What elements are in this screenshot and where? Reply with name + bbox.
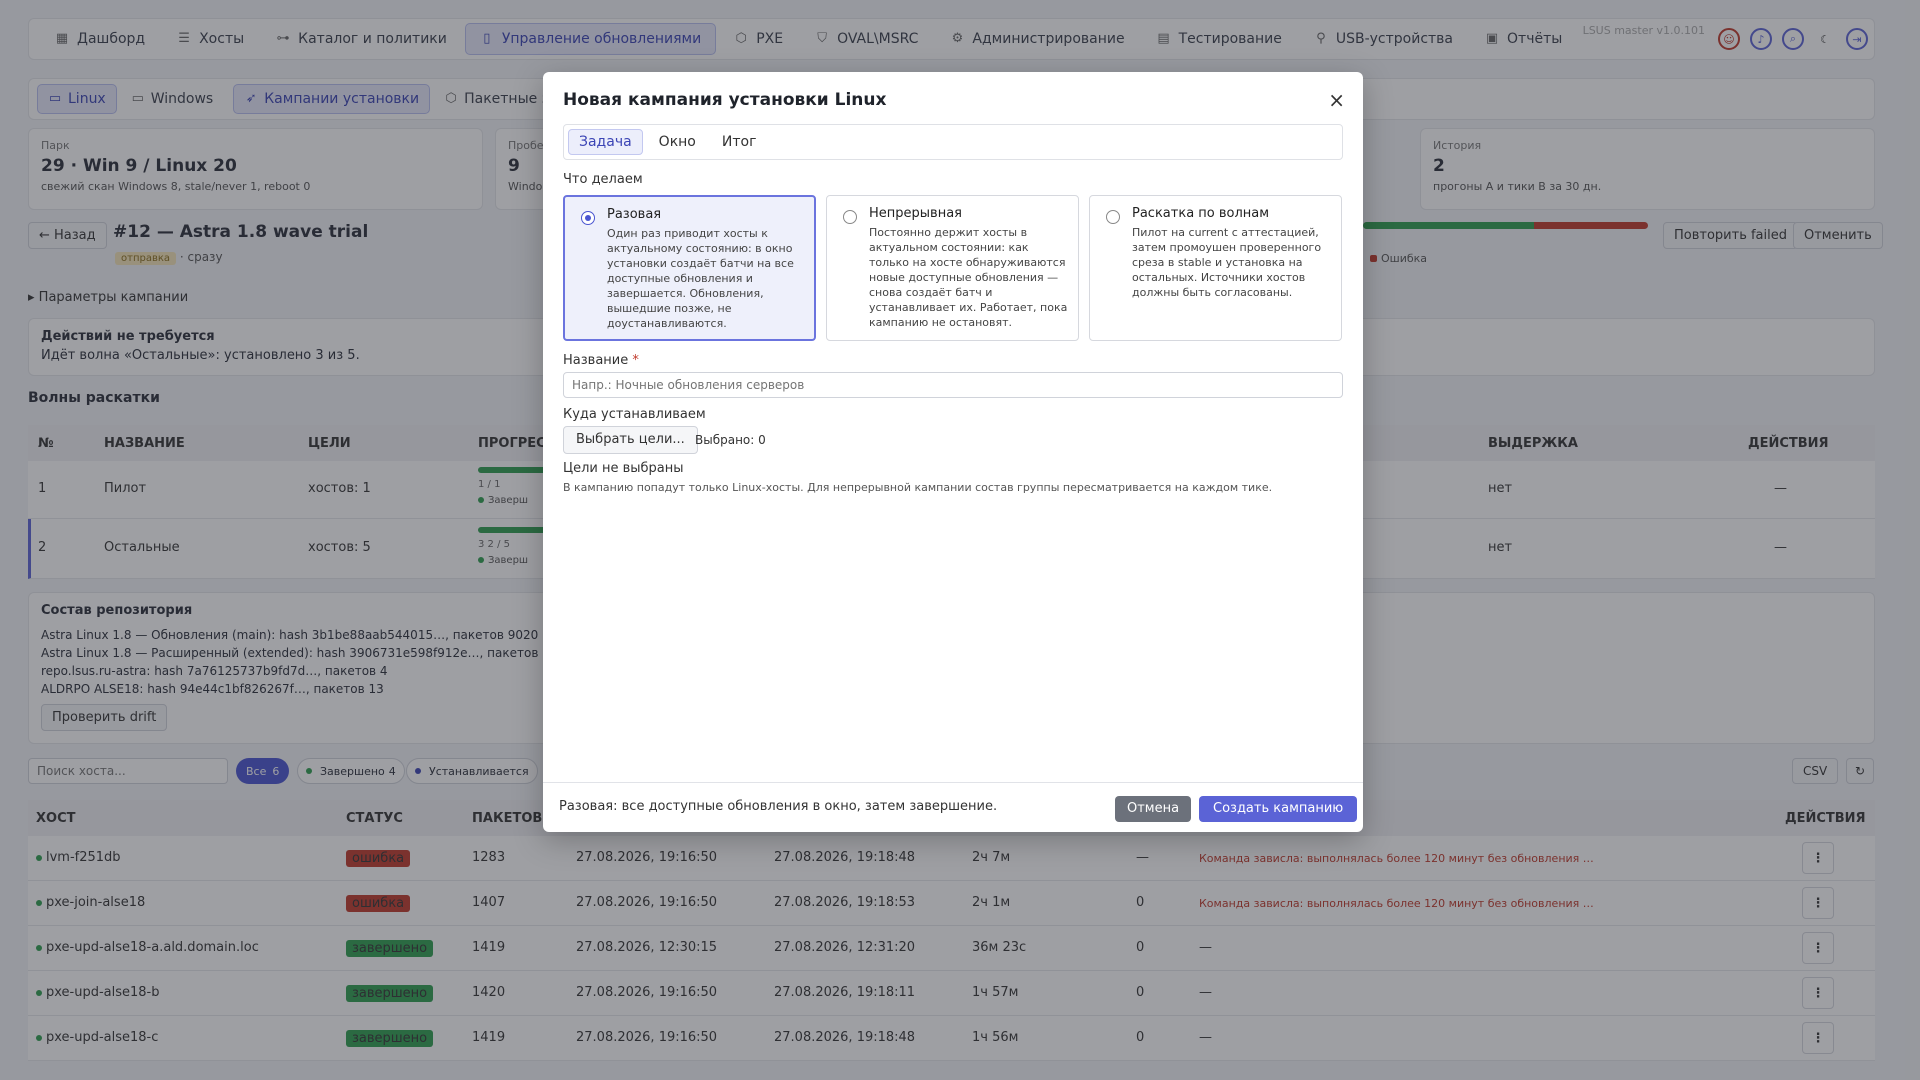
targets-label: Куда устанавливаем (563, 407, 706, 422)
modal-footer: Разовая: все доступные обновления в окно… (543, 782, 1363, 832)
no-targets-text: Цели не выбраны (563, 461, 684, 476)
summary-text: Разовая: все доступные обновления в окно… (559, 799, 998, 814)
modal-title: Новая кампания установки Linux (563, 90, 887, 110)
name-label-text: Название (563, 353, 629, 368)
option-continuous[interactable]: Непрерывная Постоянно держит хосты в акт… (826, 195, 1079, 341)
option-desc: Один раз приводит хосты к актуальному со… (607, 227, 794, 330)
selected-count: Выбрано: 0 (695, 433, 766, 447)
option-desc: Постоянно держит хосты в актуальном сост… (869, 226, 1068, 329)
create-campaign-button[interactable]: Создать кампанию (1199, 796, 1358, 822)
option-title: Разовая (607, 207, 662, 222)
targets-hint: В кампанию попадут только Linux-хосты. Д… (563, 481, 1273, 494)
section-label: Что делаем (563, 172, 643, 187)
new-campaign-modal: Новая кампания установки Linux × Задача … (543, 72, 1363, 832)
radio-icon[interactable] (843, 210, 857, 224)
tab-window[interactable]: Окно (649, 130, 706, 154)
choose-targets-button[interactable]: Выбрать цели... (563, 426, 698, 454)
required-marker: * (632, 353, 639, 368)
radio-icon[interactable] (581, 211, 595, 225)
option-title: Раскатка по волнам (1132, 206, 1270, 221)
radio-icon[interactable] (1106, 210, 1120, 224)
close-icon[interactable]: × (1328, 88, 1345, 112)
option-title: Непрерывная (869, 206, 962, 221)
option-desc: Пилот на current с аттестацией, затем пр… (1132, 226, 1322, 299)
option-one-time[interactable]: Разовая Один раз приводит хосты к актуал… (563, 195, 816, 341)
cancel-button[interactable]: Отмена (1115, 796, 1192, 822)
name-label: Название * (563, 353, 639, 368)
modal-tabs: Задача Окно Итог (563, 124, 1343, 160)
campaign-name-input[interactable] (563, 372, 1343, 398)
tab-summary[interactable]: Итог (712, 130, 767, 154)
option-waves[interactable]: Раскатка по волнам Пилот на current с ат… (1089, 195, 1342, 341)
tab-task[interactable]: Задача (568, 129, 643, 155)
